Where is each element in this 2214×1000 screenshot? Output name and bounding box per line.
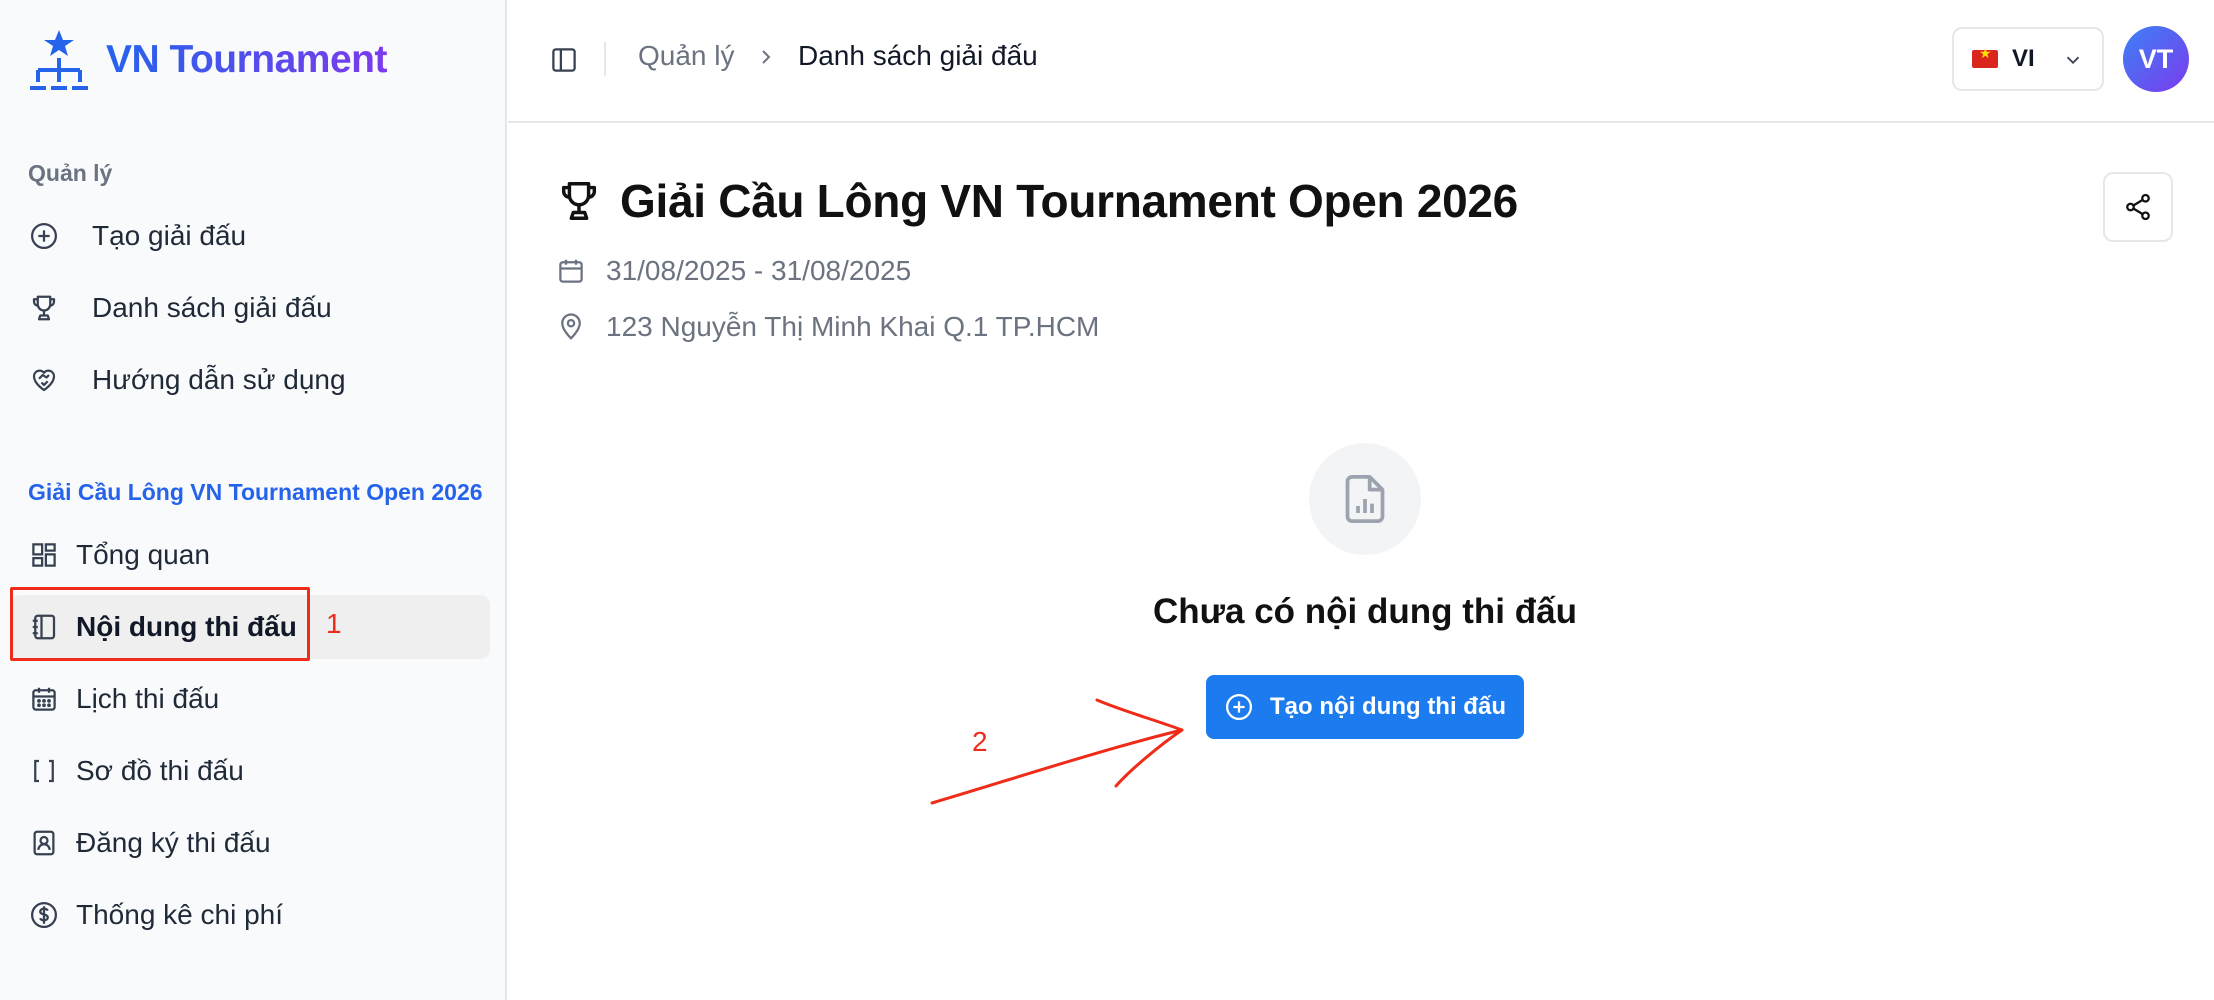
tournament-heading: Giải Cầu Lông VN Tournament Open 2026 — [556, 174, 1518, 228]
share-icon — [2126, 193, 2150, 221]
sidebar-toggle-button[interactable] — [544, 40, 584, 80]
app-logo[interactable]: VN Tournament — [28, 28, 387, 92]
tournament-bracket-icon — [30, 30, 88, 90]
sidebar-item-schedule[interactable]: Lịch thi đấu — [28, 669, 219, 729]
breadcrumb-tournament-list[interactable]: Danh sách giải đấu — [798, 40, 1038, 72]
dollar-circle-icon — [28, 899, 60, 931]
sidebar-item-tournament-list[interactable]: Danh sách giải đấu — [28, 278, 332, 338]
trophy-icon — [561, 182, 597, 220]
section-label-manage: Quản lý — [28, 160, 113, 186]
sidebar-item-create-tournament[interactable]: Tạo giải đấu — [28, 206, 246, 266]
vietnam-flag-icon — [1972, 46, 1998, 68]
share-button[interactable] — [2103, 172, 2173, 242]
chevron-right-icon — [754, 40, 778, 81]
sidebar-item-overview[interactable]: Tổng quan — [28, 525, 210, 585]
sidebar-item-cost-stats[interactable]: Thống kê chi phí — [28, 885, 283, 945]
create-event-button[interactable]: Tạo nội dung thi đấu — [1206, 675, 1524, 739]
location-text: 123 Nguyễn Thị Minh Khai Q.1 TP.HCM — [606, 311, 1100, 342]
sidebar-item-user-guide[interactable]: Hướng dẫn sử dụng — [28, 350, 346, 410]
sidebar-item-label: Danh sách giải đấu — [92, 292, 332, 323]
sidebar-item-bracket[interactable]: Sơ đồ thi đấu — [28, 741, 244, 801]
contact-book-icon — [28, 827, 60, 859]
header-divider — [604, 42, 606, 76]
breadcrumb-manage[interactable]: Quản lý — [638, 40, 735, 72]
section-label-tournament: Giải Cầu Lông VN Tournament Open 2026 — [28, 479, 483, 505]
trophy-icon — [28, 292, 60, 324]
sidebar-item-label: Tạo giải đấu — [92, 220, 247, 251]
plus-circle-icon — [28, 220, 60, 252]
tournament-location: 123 Nguyễn Thị Minh Khai Q.1 TP.HCM — [556, 311, 1099, 343]
dates-text: 31/08/2025 - 31/08/2025 — [606, 255, 912, 286]
sidebar-item-label: Lịch thi đấu — [76, 683, 220, 714]
language-code: VI — [2012, 45, 2035, 72]
plus-circle-icon — [1226, 694, 1253, 720]
tournament-title: Giải Cầu Lông VN Tournament Open 2026 — [620, 175, 1518, 227]
brackets-icon — [28, 755, 60, 787]
calendar-icon — [28, 683, 60, 715]
sidebar-item-label: Thống kê chi phí — [76, 899, 284, 930]
sidebar-item-label: Tổng quan — [76, 539, 210, 570]
top-header: Quản lý Danh sách giải đấu VI VT — [508, 0, 2214, 123]
empty-state-message: Chưa có nội dung thi đấu — [1153, 592, 1577, 631]
annotation-arrow — [930, 698, 1184, 805]
sidebar-item-label: Nội dung thi đấu — [76, 611, 297, 642]
sidebar-item-label: Sơ đồ thi đấu — [76, 755, 244, 786]
sidebar-item-competition-events[interactable]: Nội dung thi đấu — [28, 597, 297, 657]
map-pin-icon — [561, 313, 581, 340]
language-select[interactable]: VI — [1952, 27, 2104, 91]
notebook-icon — [28, 611, 60, 643]
panel-left-icon — [552, 48, 576, 72]
annotation-step-2: 2 — [972, 726, 988, 757]
empty-state-illustration — [1309, 443, 1421, 555]
dashboard-grid-icon — [28, 539, 60, 571]
sidebar-item-label: Hướng dẫn sử dụng — [92, 364, 346, 395]
chevron-down-icon — [2066, 56, 2080, 65]
sidebar: VN Tournament Quản lý Tạo giải đấu Danh … — [0, 0, 507, 1000]
sidebar-item-registration[interactable]: Đăng ký thi đấu — [28, 813, 271, 873]
file-chart-icon — [1345, 474, 1385, 524]
tournament-dates: 31/08/2025 - 31/08/2025 — [556, 255, 911, 287]
app-name: VN Tournament — [106, 38, 387, 81]
heart-handshake-icon — [28, 364, 60, 396]
user-avatar[interactable]: VT — [2123, 26, 2189, 92]
calendar-icon — [559, 259, 583, 283]
create-event-label: Tạo nội dung thi đấu — [1270, 693, 1506, 720]
sidebar-item-label: Đăng ký thi đấu — [76, 827, 271, 858]
annotation-step-1: 1 — [326, 608, 342, 639]
